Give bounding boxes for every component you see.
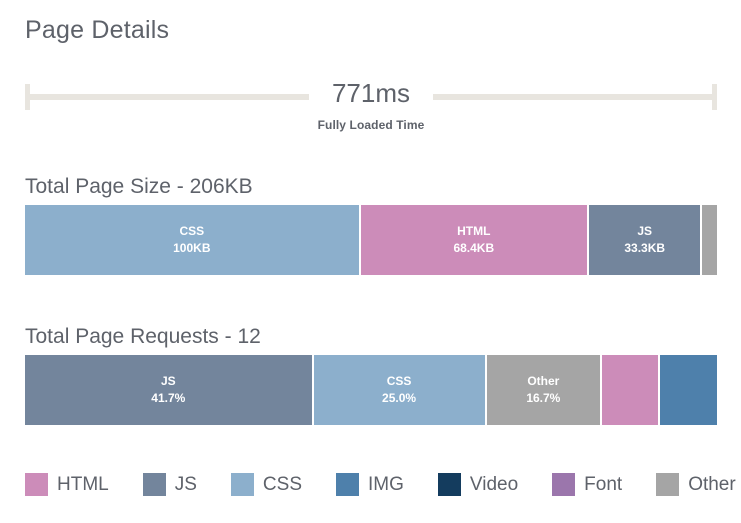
legend-swatch-css-icon (230, 473, 254, 496)
legend-label: Font (584, 474, 623, 495)
bar-segment-label: Other (527, 374, 560, 388)
bar-segment-value: 16.7% (526, 391, 561, 405)
legend-swatch-video-icon (437, 473, 461, 496)
legend-swatch-js-icon (142, 473, 166, 496)
meter-right-cap (712, 84, 717, 110)
meter-right-rail (433, 94, 713, 100)
fully-loaded-time-value: 771ms (331, 78, 411, 108)
total-page-size-bar: CSS 100KB HTML 68.4KB JS 33.3KB (25, 205, 717, 275)
bar-segment-value: 100KB (173, 241, 211, 255)
legend-label: Video (469, 474, 519, 495)
bar-segment-css[interactable]: CSS 100KB (25, 205, 361, 275)
bar-segment-html[interactable]: HTML 68.4KB (360, 205, 589, 275)
legend-item-font[interactable]: Font (552, 473, 622, 496)
legend-item-video[interactable]: Video (437, 473, 519, 496)
page-title: Page Details (25, 16, 170, 44)
total-page-size-heading: Total Page Size - 206KB (25, 175, 253, 198)
legend-label: Other (688, 474, 736, 495)
bar-segment-other[interactable]: Other 16.7% (486, 355, 603, 425)
bar-segment-html[interactable] (602, 355, 660, 425)
total-page-requests-heading: Total Page Requests - 12 (25, 325, 261, 348)
bar-segment-value: 25.0% (382, 391, 417, 405)
resource-type-legend: HTML JS CSS IMG Video Font Other (25, 473, 736, 496)
legend-label: HTML (57, 474, 109, 495)
legend-item-css[interactable]: CSS (230, 473, 302, 496)
legend-item-img[interactable]: IMG (336, 473, 404, 496)
legend-item-html[interactable]: HTML (25, 473, 109, 496)
bar-segment-css[interactable]: CSS 25.0% (313, 355, 487, 425)
bar-segment-label: JS (637, 224, 653, 238)
bar-segment-img[interactable] (659, 355, 717, 425)
legend-label: CSS (262, 474, 302, 495)
bar-segment-label: CSS (386, 374, 412, 388)
bar-segment-label: JS (160, 374, 176, 388)
bar-segment-value: 33.3KB (624, 241, 666, 255)
bar-segment-label: HTML (457, 224, 491, 238)
bar-segment-js[interactable]: JS 33.3KB (588, 205, 703, 275)
bar-segment-value: 68.4KB (453, 241, 495, 255)
bar-segment-other[interactable] (702, 205, 717, 275)
legend-swatch-other-icon (656, 473, 680, 496)
legend-label: JS (174, 474, 197, 495)
legend-swatch-font-icon (552, 473, 576, 496)
legend-swatch-img-icon (336, 473, 359, 496)
legend-swatch-html-icon (25, 473, 48, 496)
bar-segment-label: CSS (179, 224, 205, 238)
total-page-requests-bar: JS 41.7% CSS 25.0% Other 16.7% (25, 355, 717, 425)
fully-loaded-time-caption: Fully Loaded Time (317, 118, 425, 132)
legend-label: IMG (368, 474, 404, 495)
legend-item-js[interactable]: JS (142, 473, 197, 496)
fully-loaded-time-meter: 771ms (25, 78, 717, 112)
bar-segment-value: 41.7% (151, 391, 186, 405)
bar-segment-js[interactable]: JS 41.7% (25, 355, 314, 425)
legend-item-other[interactable]: Other (656, 473, 736, 496)
